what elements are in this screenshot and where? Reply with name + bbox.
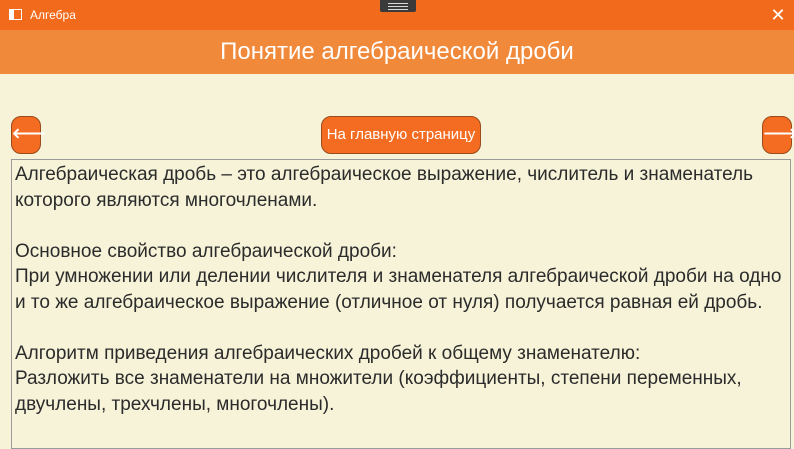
forward-button[interactable]: ⟶ bbox=[762, 116, 794, 154]
page-title: Понятие алгебраической дроби bbox=[0, 30, 794, 74]
arrow-right-icon: ⟶ bbox=[763, 120, 794, 147]
arrow-left-icon: ⟵ bbox=[12, 120, 47, 147]
title-bar: Алгебра ✕ bbox=[0, 0, 794, 30]
drag-handle-icon[interactable] bbox=[380, 0, 416, 12]
window-icon bbox=[9, 9, 22, 20]
window-title: Алгебра bbox=[30, 8, 76, 22]
home-button[interactable]: На главную страницу bbox=[321, 116, 481, 154]
back-button[interactable]: ⟵ bbox=[11, 116, 46, 154]
close-button[interactable]: ✕ bbox=[762, 0, 794, 30]
content-text-area[interactable]: Алгебраическая дробь – это алгебраическо… bbox=[11, 159, 791, 449]
content-text: Алгебраическая дробь – это алгебраическо… bbox=[15, 164, 782, 415]
